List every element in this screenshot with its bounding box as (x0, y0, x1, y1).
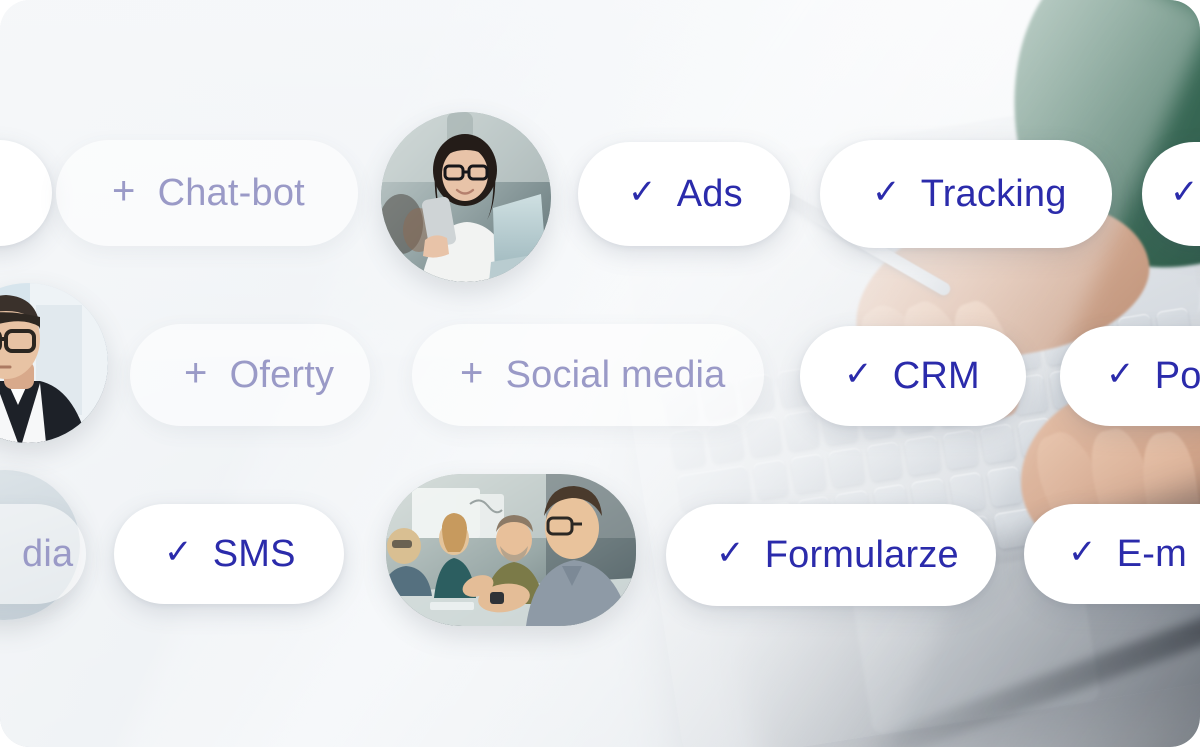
check-icon: ✓ (716, 534, 745, 572)
pill-label-sms: SMS (212, 533, 296, 575)
pill-board: + Chat-bot ✓ Ads ✓ Tracking ✓ + Oferty +… (0, 0, 1200, 747)
pill-oferty[interactable]: + Oferty (130, 324, 370, 426)
check-icon: ✓ (1068, 533, 1097, 571)
pill-label-ads: Ads (676, 173, 743, 215)
man-suit-illustration (0, 283, 108, 443)
pill-ads[interactable]: ✓ Ads (578, 142, 790, 246)
pill-label-dia: dia (22, 533, 74, 575)
pill-formularze[interactable]: ✓ Formularze (666, 504, 996, 606)
pill-label-email: E-m (1116, 533, 1187, 575)
pill-label-chat-bot: Chat-bot (157, 172, 305, 214)
check-icon: ✓ (844, 355, 873, 393)
check-icon: ✓ (1106, 355, 1135, 393)
check-icon: ✓ (872, 173, 901, 211)
check-icon: ✓ (1170, 173, 1199, 211)
pill-social-media[interactable]: + Social media (412, 324, 764, 426)
pill-po-clipped[interactable]: ✓ Po (1060, 326, 1200, 426)
pill-label-po: Po (1154, 355, 1200, 397)
meeting-illustration (386, 474, 636, 626)
pill-label-social-media: Social media (505, 354, 726, 396)
pill-tracking[interactable]: ✓ Tracking (820, 140, 1112, 248)
pill-crm[interactable]: ✓ CRM (800, 326, 1026, 426)
photo-bubble-woman-phone (381, 112, 551, 282)
pill-label-tracking: Tracking (920, 173, 1067, 215)
plus-icon: + (112, 169, 136, 213)
pill-label-oferty: Oferty (229, 354, 335, 396)
plus-icon: + (460, 351, 484, 395)
pill-label-crm: CRM (892, 355, 980, 397)
check-icon: ✓ (628, 173, 657, 211)
pill-email-clipped[interactable]: ✓ E-m (1024, 504, 1200, 604)
photo-bubble-man-suit (0, 283, 108, 443)
woman-phone-illustration (381, 112, 551, 282)
pill-sms[interactable]: ✓ SMS (114, 504, 344, 604)
pill-chat-bot[interactable]: + Chat-bot (56, 140, 358, 246)
photo-bubble-meeting (386, 474, 636, 626)
plus-icon: + (184, 351, 208, 395)
pill-label-formularze: Formularze (764, 534, 959, 576)
check-icon: ✓ (164, 533, 193, 571)
